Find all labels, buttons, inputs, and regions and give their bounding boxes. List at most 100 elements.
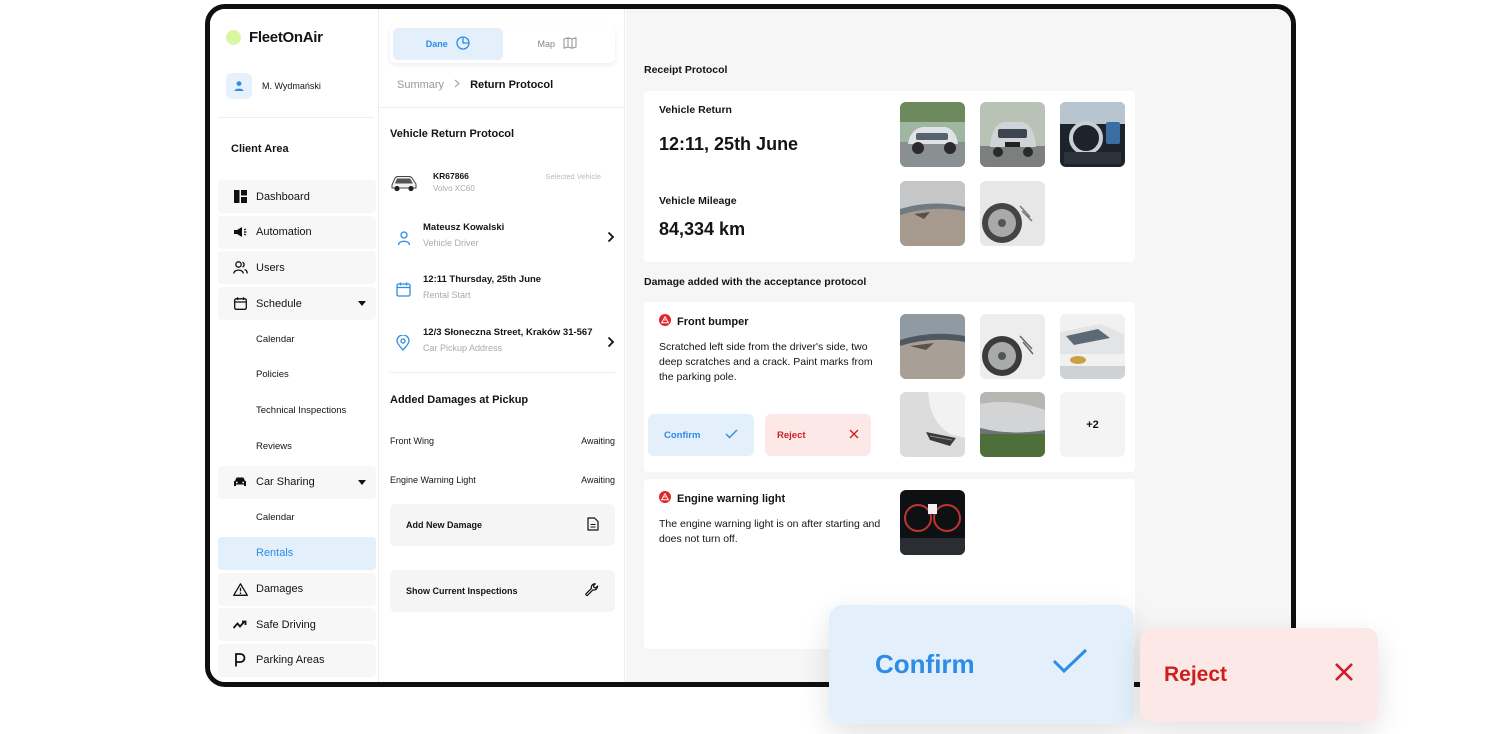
sidebar-subitem-calendar[interactable]: Calendar [218,501,376,534]
sidebar-item-automation[interactable]: Automation [218,215,376,249]
mileage-label: Vehicle Mileage [659,195,737,207]
button-label: Confirm [875,649,975,679]
user-name: M. Wydmański [262,81,321,91]
return-time: 12:11, 25th June [659,134,799,154]
tab-dane[interactable]: Dane [393,28,503,60]
damage-photo[interactable] [980,181,1045,246]
rental-start-value: 12:11 Thursday, 25th June [423,274,542,285]
reject-button[interactable]: Reject [765,414,871,456]
app-name: FleetOnAir [249,29,323,46]
more-photos-button[interactable]: +2 [1060,392,1125,457]
user-avatar-icon [226,73,252,99]
sidebar-item-label: Safe Driving [256,618,316,631]
damage-photo[interactable] [1060,314,1125,379]
vehicle-photo[interactable] [900,102,965,167]
tab-map[interactable]: Map [503,28,613,60]
divider [380,107,624,108]
sidebar-item-label: Dashboard [256,190,310,203]
chevron-down-icon[interactable] [358,479,366,485]
close-icon [849,429,859,442]
damage-status: Awaiting [581,475,615,485]
chevron-right-icon[interactable] [607,335,615,353]
parking-icon [232,652,248,668]
document-icon [587,517,599,533]
damage-status: Awaiting [581,436,615,446]
return-card: Vehicle Return 12:11, 25th June Vehicle … [644,91,1135,262]
vehicle-plate: KR67866 [433,171,469,181]
list-item[interactable]: Engine Warning Light Awaiting [390,475,615,485]
megaphone-icon [232,224,248,240]
damage-name: Front Wing [390,436,435,446]
damage-description: The engine warning light is on after sta… [659,518,881,545]
selected-vehicle[interactable]: KR67866 Volvo XC60 Selected Vehicle [390,169,615,199]
close-icon [1334,662,1354,688]
vehicle-photo[interactable] [980,102,1045,167]
damage-photo[interactable] [980,392,1045,457]
driver-role: Vehicle Driver [423,238,479,248]
sidebar-item-schedule[interactable]: Schedule [218,287,376,321]
users-icon [232,260,248,276]
sidebar-item-parking-areas[interactable]: Parking Areas [218,643,376,677]
sidebar-item-label: Parking Areas [256,654,325,667]
trend-icon [232,617,248,633]
sidebar-item-safe-driving[interactable]: Safe Driving [218,608,376,642]
device-frame: FleetOnAir M. Wydmański Client Area Dash… [205,4,1296,687]
receipt-area: Receipt Protocol Vehicle Return 12:11, 2… [626,9,1291,682]
sidebar-subitem-calendar[interactable]: Calendar [218,323,376,356]
damage-photo[interactable] [980,314,1045,379]
sidebar-item-users[interactable]: Users [218,251,376,285]
chevron-down-icon[interactable] [358,301,366,307]
user-profile[interactable]: M. Wydmański [226,73,321,99]
sidebar-item-label: Schedule [256,297,302,310]
add-new-damage-button[interactable]: Add New Damage [390,504,615,546]
wrench-icon [585,583,599,599]
sidebar: FleetOnAir M. Wydmański Client Area Dash… [210,9,379,682]
damage-photo[interactable] [900,490,965,555]
tab-label: Map [537,39,555,49]
warning-icon [232,581,248,597]
pickup-address-label: Car Pickup Address [423,343,503,353]
sidebar-item-dashboard[interactable]: Dashboard [218,180,376,213]
sidebar-subitem-rentals[interactable]: Rentals [218,536,376,570]
sidebar-item-car-sharing[interactable]: Car Sharing [218,465,376,499]
sidebar-nav: Dashboard Automation Users Schedule Cale… [218,180,376,680]
sidebar-subitem-policies[interactable]: Policies [218,358,376,391]
section-title: Client Area [231,143,289,155]
confirm-button[interactable]: Confirm [648,414,754,456]
damage-photo[interactable] [900,314,965,379]
chevron-right-icon[interactable] [607,230,615,248]
logo-mark-icon [226,30,241,45]
map-icon [563,37,577,51]
location-pin-icon [396,334,412,351]
sidebar-subitem-technical-inspections[interactable]: Technical Inspections [218,394,376,427]
rental-start-label: Rental Start [423,290,471,300]
logo[interactable]: FleetOnAir [226,29,323,46]
driver-row[interactable]: Mateusz Kowalski Vehicle Driver [390,222,615,258]
sidebar-subitem-reviews[interactable]: Reviews [218,430,376,463]
damage-photo[interactable] [900,392,965,457]
damage-header: Engine warning light [659,491,785,506]
list-item[interactable]: Front Wing Awaiting [390,436,615,446]
alert-icon [659,491,671,506]
tab-label: Dane [425,39,448,49]
breadcrumb-parent[interactable]: Summary [397,79,444,91]
confirm-button-large[interactable]: Confirm [829,605,1134,724]
damage-description: Scratched left side from the driver's si… [659,341,873,383]
mileage-value: 84,334 km [659,219,746,239]
pickup-address-row[interactable]: 12/3 Słoneczna Street, Kraków 31-567 Car… [390,327,615,363]
damage-header: Front bumper [659,314,749,329]
damage-photo[interactable] [900,181,965,246]
panel-title: Vehicle Return Protocol [390,128,515,140]
check-icon [725,429,738,442]
divider [218,117,374,118]
vehicle-photo[interactable] [1060,102,1125,167]
calendar-icon [396,282,412,298]
selected-vehicle-tag: Selected Vehicle [545,172,601,181]
car-icon [232,474,248,490]
reject-button-large[interactable]: Reject [1140,628,1378,722]
show-current-inspections-button[interactable]: Show Current Inspections [390,570,615,612]
sidebar-item-label: Automation [256,226,312,239]
return-label: Vehicle Return [659,104,732,116]
protocol-panel: Dane Map Summary Return Protocol Vehicle… [380,9,625,682]
sidebar-item-damages[interactable]: Damages [218,572,376,606]
